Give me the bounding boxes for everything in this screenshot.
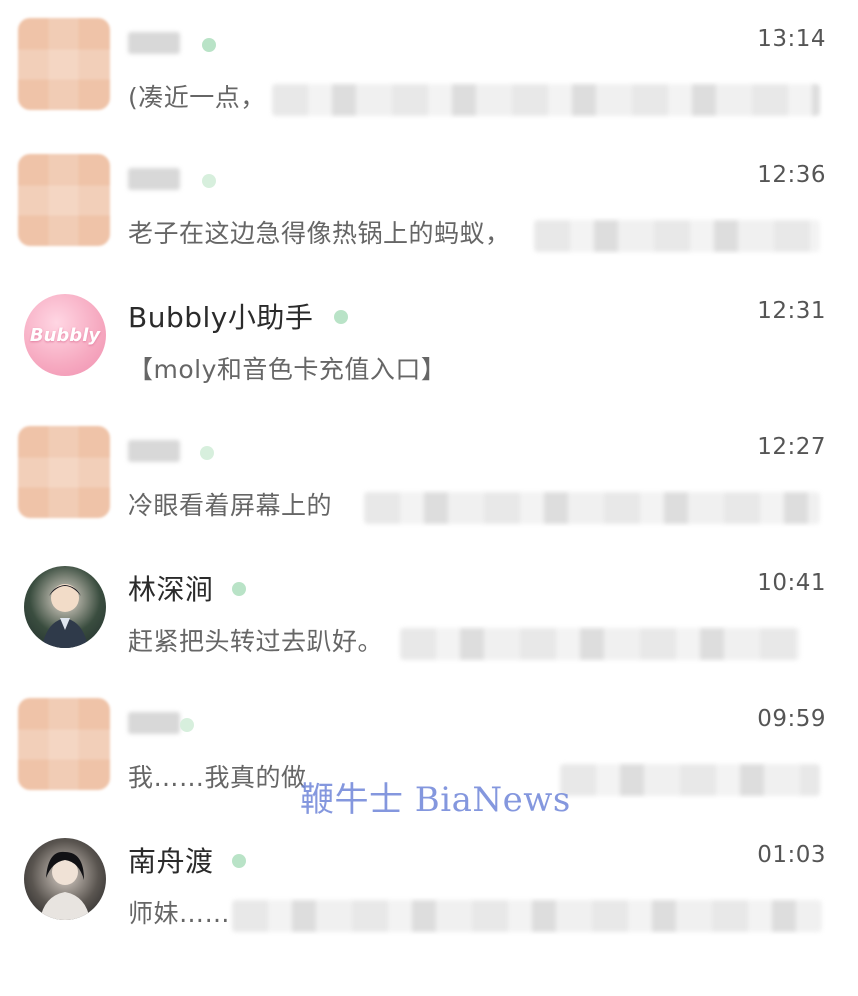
online-status-dot <box>202 174 216 188</box>
message-preview: 【moly和音色卡充值入口】 <box>128 355 447 384</box>
online-status-dot <box>200 446 214 460</box>
redacted-text <box>534 220 820 252</box>
avatar <box>18 698 110 790</box>
chat-row[interactable]: 12:27 冷眼看着屏幕上的 <box>0 408 858 544</box>
avatar <box>24 566 106 648</box>
message-time: 13:14 <box>757 26 826 52</box>
redacted-text <box>232 900 822 932</box>
online-status-dot <box>180 718 194 732</box>
message-time: 01:03 <box>757 842 826 868</box>
avatar <box>24 838 106 920</box>
chat-row[interactable]: Bubbly Bubbly小助手 12:31 【moly和音色卡充值入口】 <box>0 272 858 408</box>
avatar <box>18 18 110 110</box>
online-status-dot <box>202 38 216 52</box>
redacted-text <box>272 84 820 116</box>
chat-row[interactable]: 南舟渡 01:03 师妹…… <box>0 816 858 952</box>
contact-name: 林深涧 <box>128 573 214 606</box>
contact-name: Bubbly小助手 <box>128 301 314 334</box>
message-time: 12:36 <box>757 162 826 188</box>
avatar <box>18 426 110 518</box>
online-status-dot <box>232 582 246 596</box>
contact-name <box>128 440 180 462</box>
contact-name <box>128 712 180 734</box>
message-preview: 赶紧把头转过去趴好。 <box>128 627 384 656</box>
message-time: 12:31 <box>757 298 826 324</box>
message-preview: 冷眼看着屏幕上的 <box>128 491 333 520</box>
contact-name <box>128 32 180 54</box>
redacted-text <box>400 628 800 660</box>
avatar <box>18 154 110 246</box>
online-status-dot <box>334 310 348 324</box>
message-preview: 我……我真的做 <box>128 763 307 792</box>
message-time: 10:41 <box>757 570 826 596</box>
chat-row[interactable]: 13:14 (凑近一点， <box>0 0 858 136</box>
person-portrait-icon <box>40 851 90 920</box>
avatar: Bubbly <box>24 294 106 376</box>
chat-list: 13:14 (凑近一点， 12:36 老子在这边急得像热锅上的蚂蚁， Bubbl… <box>0 0 858 996</box>
message-time: 09:59 <box>757 706 826 732</box>
watermark: 鞭牛士 BiaNews <box>300 780 571 820</box>
person-portrait-icon <box>42 584 88 648</box>
message-time: 12:27 <box>757 434 826 460</box>
bubbly-logo: Bubbly <box>29 324 101 346</box>
online-status-dot <box>232 854 246 868</box>
redacted-text <box>364 492 820 524</box>
chat-row[interactable]: 12:36 老子在这边急得像热锅上的蚂蚁， <box>0 136 858 272</box>
message-preview: 师妹…… <box>128 899 231 928</box>
chat-row[interactable]: 林深涧 10:41 赶紧把头转过去趴好。 <box>0 544 858 680</box>
redacted-text <box>560 764 820 796</box>
contact-name: 南舟渡 <box>128 845 214 878</box>
message-preview: (凑近一点， <box>128 83 266 112</box>
contact-name <box>128 168 180 190</box>
message-preview: 老子在这边急得像热锅上的蚂蚁， <box>128 219 511 248</box>
